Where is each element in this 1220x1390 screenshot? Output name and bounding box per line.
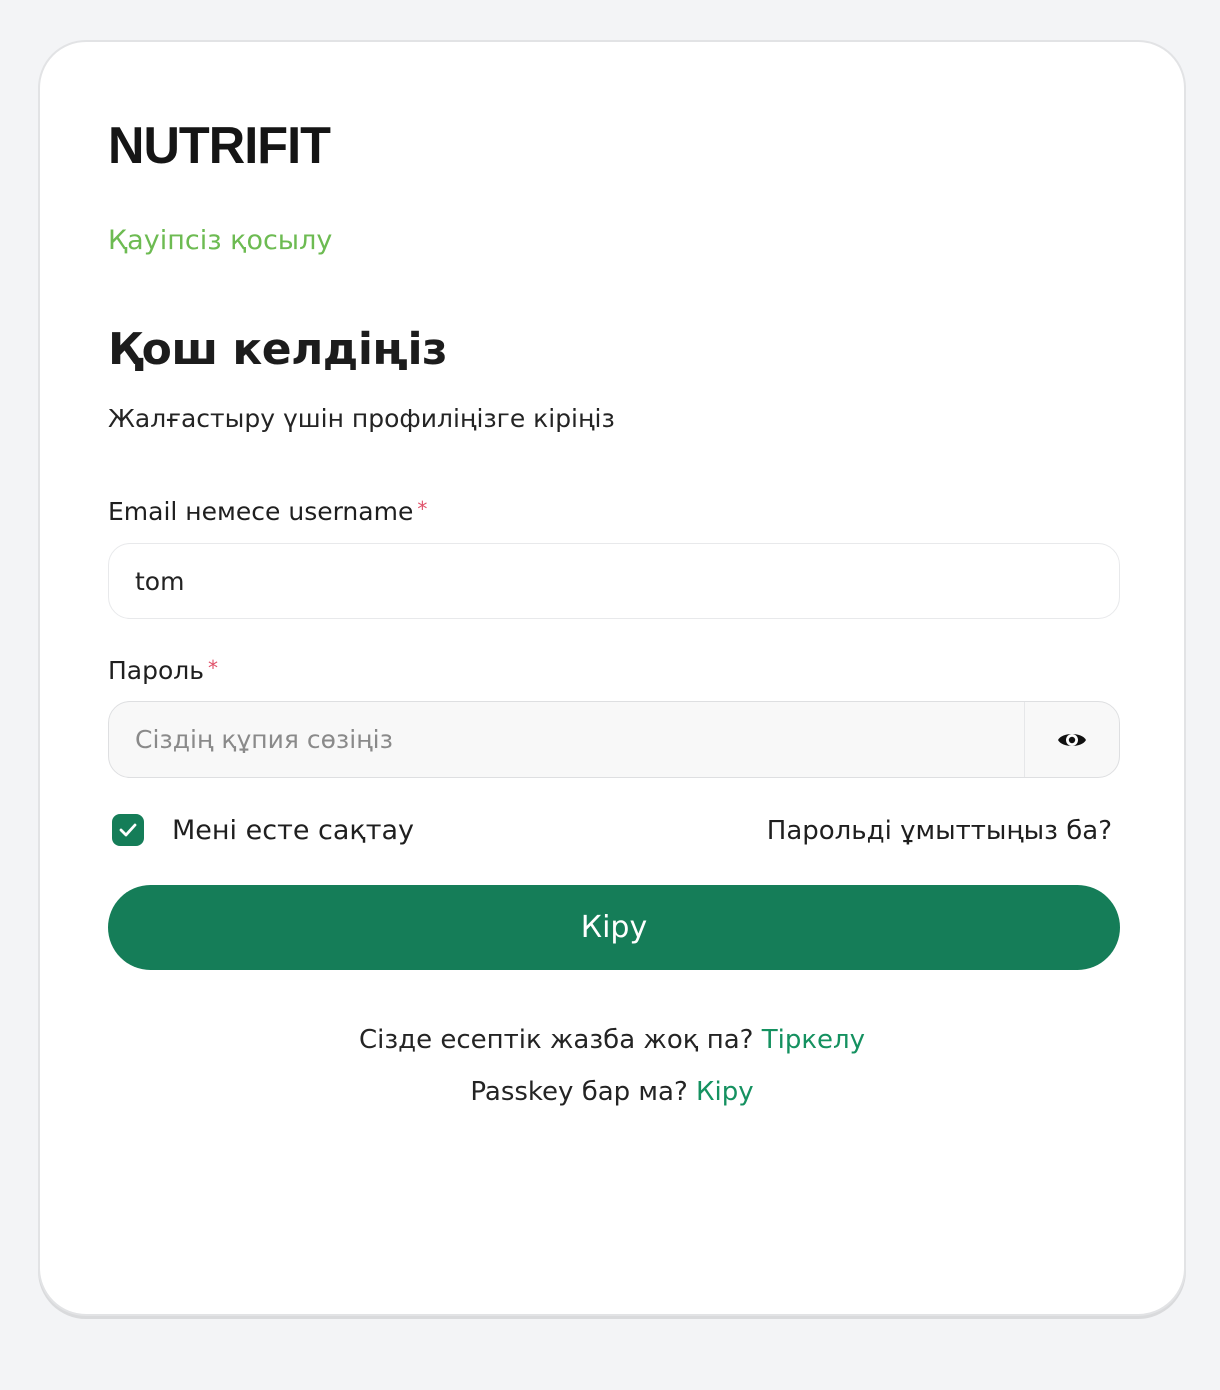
page-subtitle: Жалғастыру үшін профиліңізге кіріңіз — [108, 404, 615, 433]
email-input[interactable] — [108, 543, 1120, 619]
checkbox-checked[interactable] — [112, 814, 144, 846]
remember-me-label: Мені есте сақтау — [172, 814, 414, 846]
passkey-prompt: Passkey бар ма? Кіру — [40, 1077, 1184, 1107]
password-label: Пароль * — [108, 656, 218, 685]
page-title: Қош келдіңіз — [108, 324, 448, 375]
brand-logo: NUTRIFIT — [108, 117, 331, 175]
password-field — [108, 701, 1120, 778]
email-label: Email немесе username * — [108, 497, 427, 526]
show-password-button[interactable] — [1024, 702, 1119, 777]
required-marker: * — [417, 497, 428, 521]
password-label-text: Пароль — [108, 656, 204, 685]
signup-prompt-text: Сізде есептік жазба жоқ па? — [358, 1025, 754, 1055]
signup-link[interactable]: Тіркелу — [762, 1025, 865, 1055]
remember-me-checkbox[interactable]: Мені есте сақтау — [112, 814, 414, 846]
login-card: NUTRIFIT Қауіпсіз қосылу Қош келдіңіз Жа… — [38, 40, 1186, 1316]
eye-icon — [1058, 733, 1086, 746]
secure-connection-label: Қауіпсіз қосылу — [108, 225, 333, 256]
email-label-text: Email немесе username — [108, 497, 414, 526]
passkey-login-link[interactable]: Кіру — [696, 1077, 754, 1107]
passkey-prompt-text: Passkey бар ма? — [470, 1077, 688, 1107]
required-marker: * — [208, 656, 218, 680]
login-button[interactable]: Кіру — [108, 885, 1120, 970]
forgot-password-link[interactable]: Парольді ұмыттыңыз ба? — [767, 816, 1112, 846]
signup-prompt: Сізде есептік жазба жоқ па? Тіркелу — [40, 1025, 1184, 1055]
check-icon — [119, 823, 137, 837]
password-input[interactable] — [109, 702, 1025, 777]
